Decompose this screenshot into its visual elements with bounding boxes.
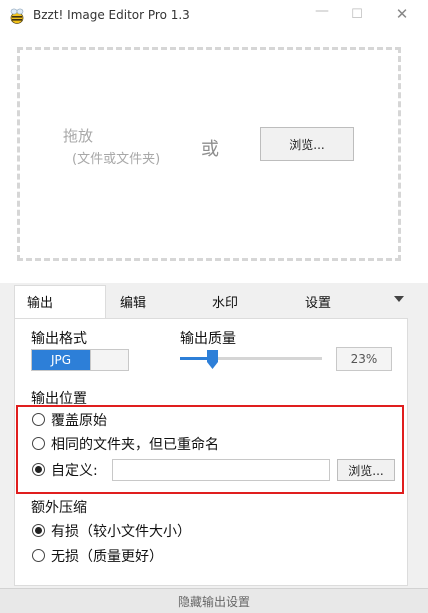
radio-overwrite-original[interactable] bbox=[32, 413, 45, 426]
or-label: 或 bbox=[201, 139, 219, 160]
drop-zone-label: 拖放 bbox=[63, 127, 94, 145]
radio-overwrite-original-label[interactable]: 覆盖原始 bbox=[51, 410, 107, 430]
tab-watermark[interactable]: 水印 bbox=[212, 292, 238, 311]
quality-slider-thumb[interactable] bbox=[207, 350, 219, 369]
radio-custom-location[interactable] bbox=[32, 463, 45, 476]
format-toggle-knob bbox=[90, 350, 128, 370]
window-title: Bzzt! Image Editor Pro 1.3 bbox=[33, 8, 190, 22]
hide-output-settings-button[interactable]: 隐藏输出设置 bbox=[0, 588, 428, 613]
minimize-icon[interactable]: — bbox=[312, 3, 332, 19]
output-quality-label: 输出质量 bbox=[180, 331, 236, 347]
custom-path-input[interactable] bbox=[112, 459, 330, 481]
tab-settings[interactable]: 设置 bbox=[305, 292, 331, 311]
close-icon[interactable]: ✕ bbox=[392, 5, 412, 23]
maximize-icon[interactable]: ☐ bbox=[347, 7, 367, 22]
title-bar: Bzzt! Image Editor Pro 1.3 — ☐ ✕ bbox=[0, 0, 428, 32]
radio-same-folder-renamed-label[interactable]: 相同的文件夹，但已重命名 bbox=[51, 434, 219, 454]
extra-compression-label: 额外压缩 bbox=[31, 500, 87, 516]
radio-custom-location-label[interactable]: 自定义: bbox=[51, 460, 98, 480]
tab-edit[interactable]: 编辑 bbox=[120, 292, 146, 311]
output-format-label: 输出格式 bbox=[31, 331, 87, 347]
radio-lossy-label[interactable]: 有损（较小文件大小） bbox=[51, 521, 191, 541]
radio-lossless-label[interactable]: 无损（质量更好） bbox=[51, 546, 163, 566]
drop-zone-hint: (文件或文件夹) bbox=[72, 152, 161, 167]
radio-lossless[interactable] bbox=[32, 549, 45, 562]
browse-custom-path-button[interactable]: 浏览... bbox=[337, 459, 395, 481]
format-toggle-value: JPG bbox=[32, 350, 90, 370]
tab-output-label[interactable]: 输出 bbox=[27, 292, 53, 311]
format-toggle[interactable]: JPG bbox=[31, 349, 129, 371]
quality-value: 23% bbox=[336, 347, 392, 371]
radio-same-folder-renamed[interactable] bbox=[32, 437, 45, 450]
browse-files-button[interactable]: 浏览... bbox=[260, 127, 354, 161]
chevron-down-icon[interactable] bbox=[394, 296, 404, 302]
bee-icon bbox=[10, 8, 24, 24]
radio-lossy[interactable] bbox=[32, 524, 45, 537]
